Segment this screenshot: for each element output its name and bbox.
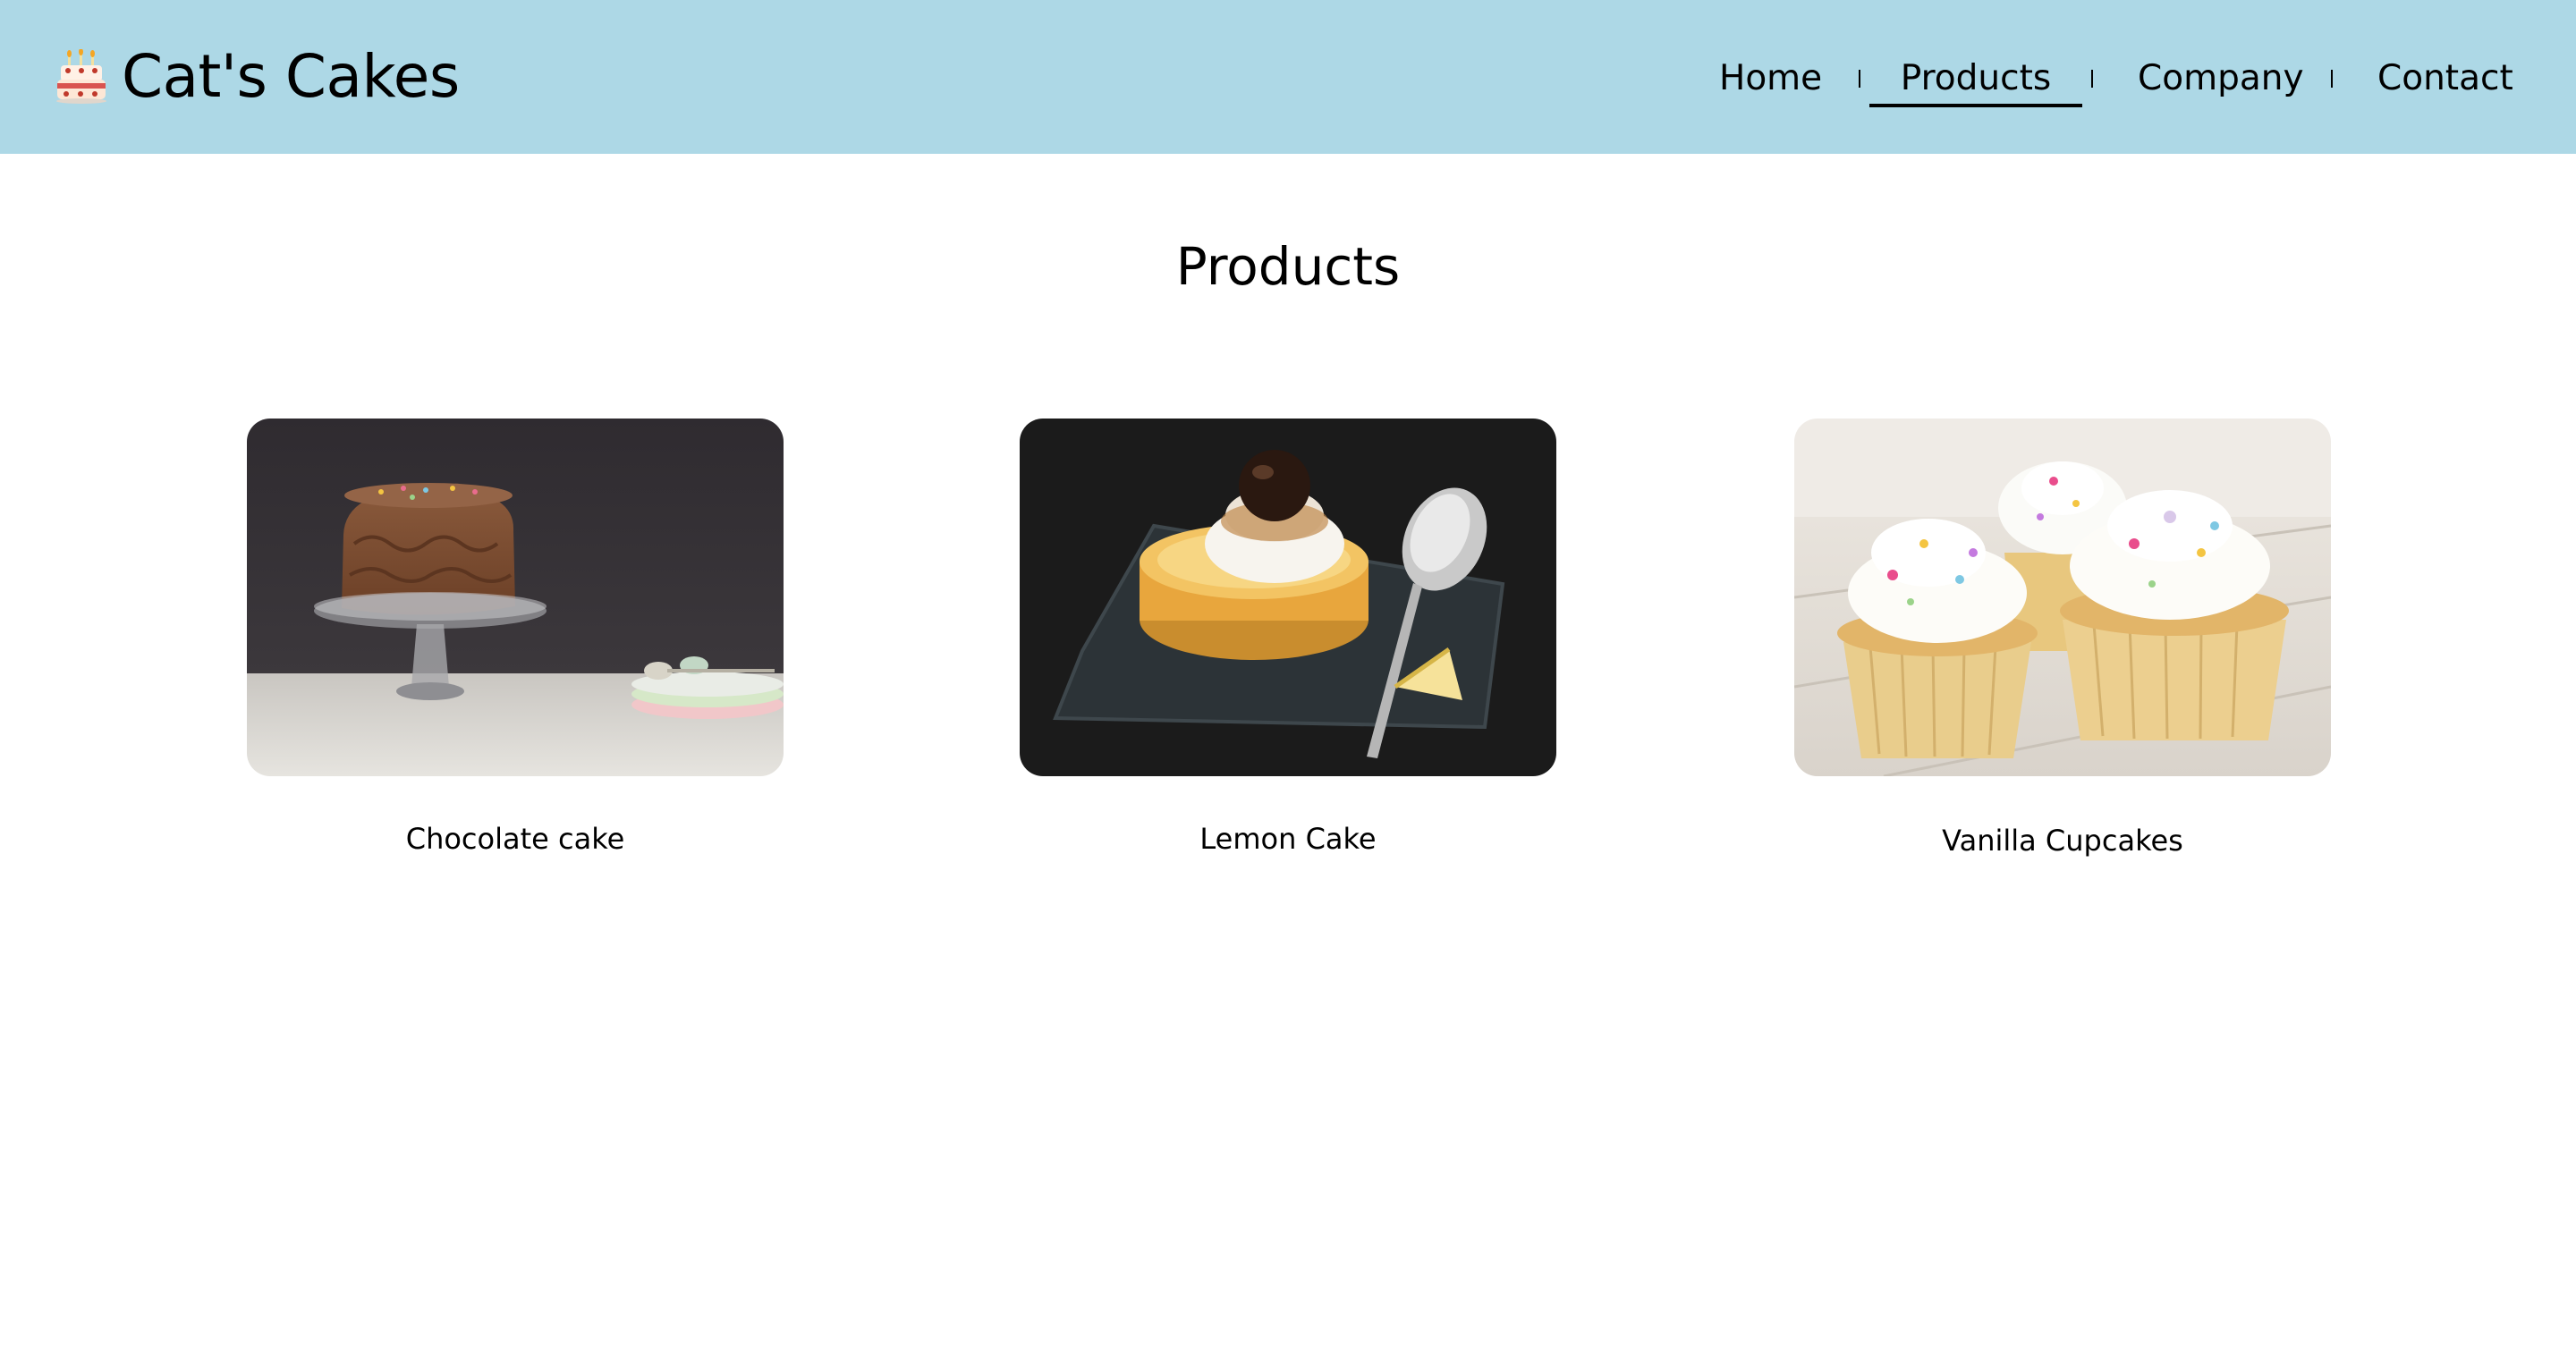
main-nav: Home Products Company Contact (0, 43, 2576, 114)
nav-separator (2091, 70, 2093, 88)
product-card-lemon-cake[interactable]: Lemon Cake (1020, 419, 1556, 856)
nav-separator (2331, 70, 2333, 88)
nav-separator (1859, 70, 1860, 88)
vanilla-cupcakes-photo[interactable] (1794, 419, 2331, 776)
chocolate-cake-photo[interactable] (247, 419, 784, 776)
product-name: Lemon Cake (1199, 822, 1377, 856)
page-title: Products (1175, 236, 1401, 297)
nav-link-products[interactable]: Products (1869, 54, 2082, 107)
product-card-chocolate-cake[interactable]: Chocolate cake (247, 419, 784, 856)
lemon-cake-photo[interactable] (1020, 419, 1556, 776)
product-card-vanilla-cupcakes[interactable]: Vanilla Cupcakes (1794, 419, 2331, 858)
site-header: Cat's Cakes Home Products Company Contac… (0, 0, 2576, 154)
product-name: Vanilla Cupcakes (1942, 824, 2183, 858)
nav-link-contact[interactable]: Contact (2377, 54, 2513, 104)
product-name: Chocolate cake (405, 822, 625, 856)
nav-link-company[interactable]: Company (2138, 54, 2304, 104)
nav-link-home[interactable]: Home (1719, 54, 1822, 104)
